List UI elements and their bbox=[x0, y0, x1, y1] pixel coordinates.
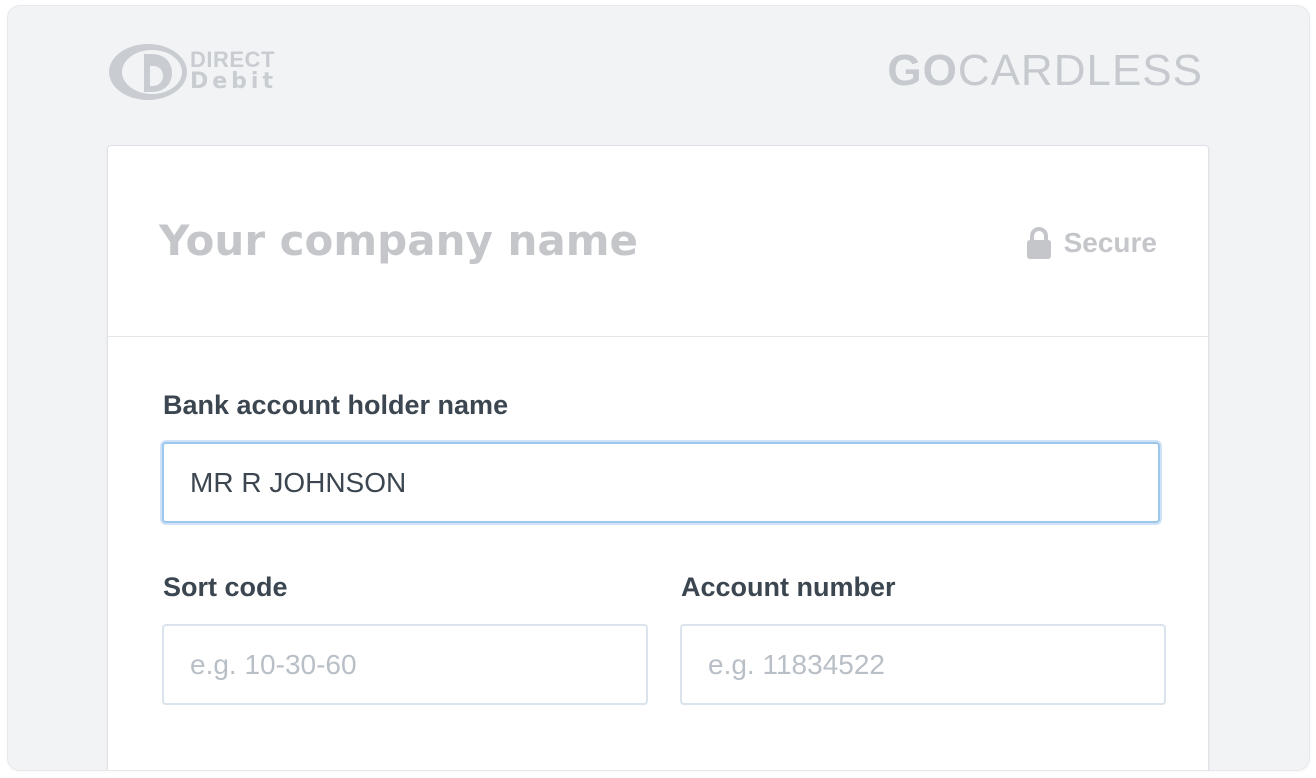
sort-code-field-wrapper bbox=[162, 624, 648, 705]
holder-name-input[interactable] bbox=[162, 442, 1160, 523]
card-header: Your company name Secure bbox=[108, 146, 1208, 337]
sort-code-label: Sort code bbox=[163, 572, 288, 602]
page-frame: DIRECT Debit GOCARDLESS Your company nam… bbox=[8, 6, 1309, 770]
account-number-field-wrapper bbox=[680, 624, 1166, 705]
secure-indicator: Secure bbox=[1026, 226, 1157, 260]
payment-form-card: Your company name Secure Bank account ho… bbox=[107, 145, 1209, 770]
gocardless-logo-cardless: CARDLESS bbox=[957, 46, 1203, 95]
direct-debit-mark-icon bbox=[109, 44, 187, 100]
gocardless-logo-go: GO bbox=[887, 46, 958, 95]
holder-name-label: Bank account holder name bbox=[163, 390, 509, 420]
direct-debit-text-bottom: Debit bbox=[190, 69, 277, 94]
lock-icon bbox=[1026, 227, 1051, 259]
company-name: Your company name bbox=[159, 216, 638, 265]
sort-code-input[interactable] bbox=[162, 624, 648, 705]
account-number-label: Account number bbox=[681, 572, 896, 602]
direct-debit-logo: DIRECT Debit bbox=[108, 42, 293, 102]
direct-debit-text-top: DIRECT bbox=[190, 47, 275, 72]
account-number-input[interactable] bbox=[680, 624, 1166, 705]
holder-name-field-wrapper bbox=[162, 442, 1160, 523]
secure-label: Secure bbox=[1063, 227, 1157, 258]
gocardless-logo: GOCARDLESS bbox=[887, 46, 1203, 96]
